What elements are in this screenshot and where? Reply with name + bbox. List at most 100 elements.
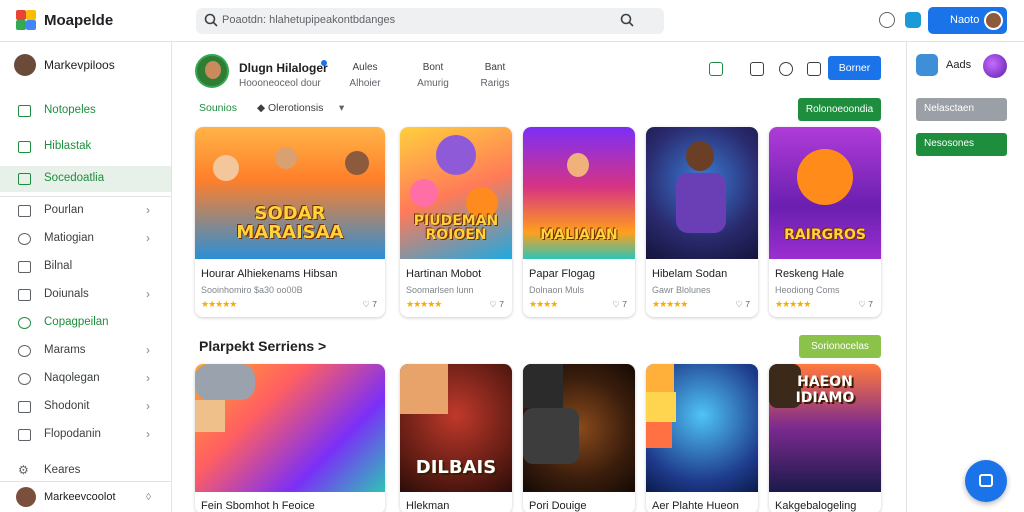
game-card[interactable]: Aer Plahte Hueon (646, 364, 758, 512)
stat-value: Bont (422, 62, 444, 73)
like-count[interactable]: ♡ 7 (362, 299, 377, 310)
follow-button[interactable]: Borner (828, 56, 881, 80)
app-icon[interactable] (916, 54, 938, 76)
game-title: Hlekman (406, 500, 450, 512)
sidebar-item-6[interactable]: Doiunals › (0, 282, 171, 308)
sidebar-item-label: Shodonit (44, 400, 90, 412)
right-panel-button-primary[interactable]: Nesosones (916, 133, 1007, 156)
stat-label: Amurig (417, 78, 449, 89)
library-icon (18, 141, 31, 153)
chevron-down-icon[interactable]: ▾ (339, 102, 344, 114)
filter-action-button[interactable]: Rolonoeoondia (798, 98, 881, 121)
search-submit-icon[interactable] (620, 13, 634, 27)
game-card[interactable]: DILBAIS Hlekman (400, 364, 512, 512)
section-action-button[interactable]: Sorionocelas (799, 335, 881, 358)
right-panel-app-name[interactable]: Aads (946, 59, 971, 71)
notifications-icon[interactable] (905, 12, 921, 28)
sidebar-item-2[interactable]: Socedoatlia (0, 166, 171, 192)
developer-subtitle: Hoooneoceol dour (239, 78, 321, 89)
sidebar-item-label: Socedoatlia (44, 172, 105, 184)
sidebar-item-5[interactable]: Bilnal (0, 254, 171, 280)
search-input[interactable]: Poaotdn: hlahetupipeakontbdanges (196, 8, 664, 34)
bookmark-icon (18, 429, 31, 441)
sidebar-item-1[interactable]: Hiblastak (0, 134, 171, 160)
top-bar: Moapelde Poaotdn: hlahetupipeakontbdange… (0, 0, 1024, 42)
game-card[interactable]: Hibelam Sodan Gawr Blolunes ★★★★★ ♡ 7 (646, 127, 758, 317)
chevron-right-icon: › (146, 231, 150, 245)
sidebar-account-name: Markeevcoolot (44, 491, 116, 503)
sidebar-item-9[interactable]: Naqolegan › (0, 366, 171, 392)
sidebar-item-4[interactable]: Matiogian › (0, 226, 171, 252)
like-count[interactable]: ♡ 7 (858, 299, 873, 310)
sidebar-item-3[interactable]: Pourlan › (0, 198, 171, 224)
sidebar-item-label: Keares (44, 464, 81, 476)
sidebar-item-label: Flopodanin (44, 428, 101, 440)
game-card[interactable]: RAIRGROS Reskeng Hale Heodiong Coms ★★★★… (769, 127, 881, 317)
tab-filter-primary[interactable]: Sounios (199, 102, 237, 114)
sidebar-user-name: Markevpiloos (44, 58, 115, 72)
developer-avatar[interactable] (195, 54, 229, 88)
game-meta: Sooinhomiro $a30 oo00B (201, 285, 303, 295)
game-art-image: DILBAIS (400, 364, 512, 492)
chevron-right-icon: › (146, 427, 150, 441)
game-title: Reskeng Hale (775, 268, 845, 280)
rating-stars: ★★★★★ (775, 299, 811, 309)
sidebar-divider (0, 196, 171, 197)
tab-filter-secondary[interactable]: ◆ Olerotionsis (257, 102, 323, 114)
developer-name[interactable]: Dlugn Hilaloger (239, 61, 328, 75)
game-title: Pori Douige (529, 500, 587, 512)
gift-icon[interactable] (709, 62, 723, 76)
like-count[interactable]: ♡ 7 (489, 299, 504, 310)
sidebar-item-0[interactable]: Notopeles (0, 98, 171, 124)
chat-fab-button[interactable] (965, 460, 1007, 502)
brand-logo-icon[interactable] (16, 10, 36, 30)
game-card[interactable]: Fein Sbomhot h Feoice (195, 364, 385, 512)
game-title: Aer Plahte Hueon (652, 500, 739, 512)
sidebar-item-11[interactable]: Flopodanin › (0, 422, 171, 448)
folder-icon (18, 289, 31, 301)
home-icon (18, 105, 31, 117)
game-meta: Dolnaon Muls (529, 285, 585, 295)
help-icon[interactable] (879, 12, 895, 28)
game-art-image (195, 364, 385, 492)
avatar[interactable] (983, 54, 1007, 78)
game-art-title: PIUDEMAN ROIOEN (413, 212, 499, 244)
flag-icon[interactable] (807, 62, 821, 76)
game-art-title: DILBAIS (415, 457, 497, 478)
game-art-title: HAEON IDIAMO (795, 374, 855, 406)
right-panel-button-secondary[interactable]: Nelasctaen (916, 98, 1007, 121)
sidebar-item-10[interactable]: Shodonit › (0, 394, 171, 420)
section-title[interactable]: Plarpekt Serriens > (199, 338, 326, 354)
brand-name[interactable]: Moapelde (44, 12, 113, 29)
sidebar-item-label: Naqolegan (44, 372, 100, 384)
game-art-title: MALIAIAN (540, 227, 618, 244)
game-title: Papar Flogag (529, 268, 596, 280)
settings-icon (18, 345, 31, 357)
game-art-image: RAIRGROS (769, 127, 881, 259)
game-card[interactable]: Pori Douige (523, 364, 635, 512)
sidebar-item-label: Pourlan (44, 204, 84, 216)
game-title: Hartinan Mobot (406, 268, 482, 280)
chat-icon (979, 474, 993, 487)
avatar (984, 11, 1003, 30)
sidebar-item-7[interactable]: Copagpeilan (0, 310, 171, 336)
headset-icon[interactable] (779, 62, 793, 76)
game-title: Fein Sbomhot h Feoice (201, 500, 315, 512)
developer-stat: Bant Rarigs (465, 62, 525, 89)
like-count[interactable]: ♡ 7 (612, 299, 627, 310)
sidebar-item-8[interactable]: Marams › (0, 338, 171, 364)
sidebar-account[interactable]: Markeevcoolot ◊ (0, 481, 171, 512)
diamond-icon: ◊ (146, 492, 151, 503)
like-count[interactable]: ♡ 7 (735, 299, 750, 310)
bookmark-icon[interactable] (750, 62, 764, 76)
avatar (14, 54, 36, 76)
game-card[interactable]: MALIAIAN Papar Flogag Dolnaon Muls ★★★★ … (523, 127, 635, 317)
rating-stars: ★★★★★ (201, 299, 237, 309)
game-card[interactable]: HAEON IDIAMO Kakgebalogeling (769, 364, 881, 512)
stat-label: Alhoier (349, 78, 381, 89)
clock-icon (18, 233, 31, 245)
chevron-right-icon: › (146, 203, 150, 217)
account-button[interactable]: Naoto (928, 7, 1007, 34)
game-card[interactable]: SODAR MARAISAA Hourar Alhiekenams Hibsan… (195, 127, 385, 317)
game-card[interactable]: PIUDEMAN ROIOEN Hartinan Mobot Soomarlse… (400, 127, 512, 317)
